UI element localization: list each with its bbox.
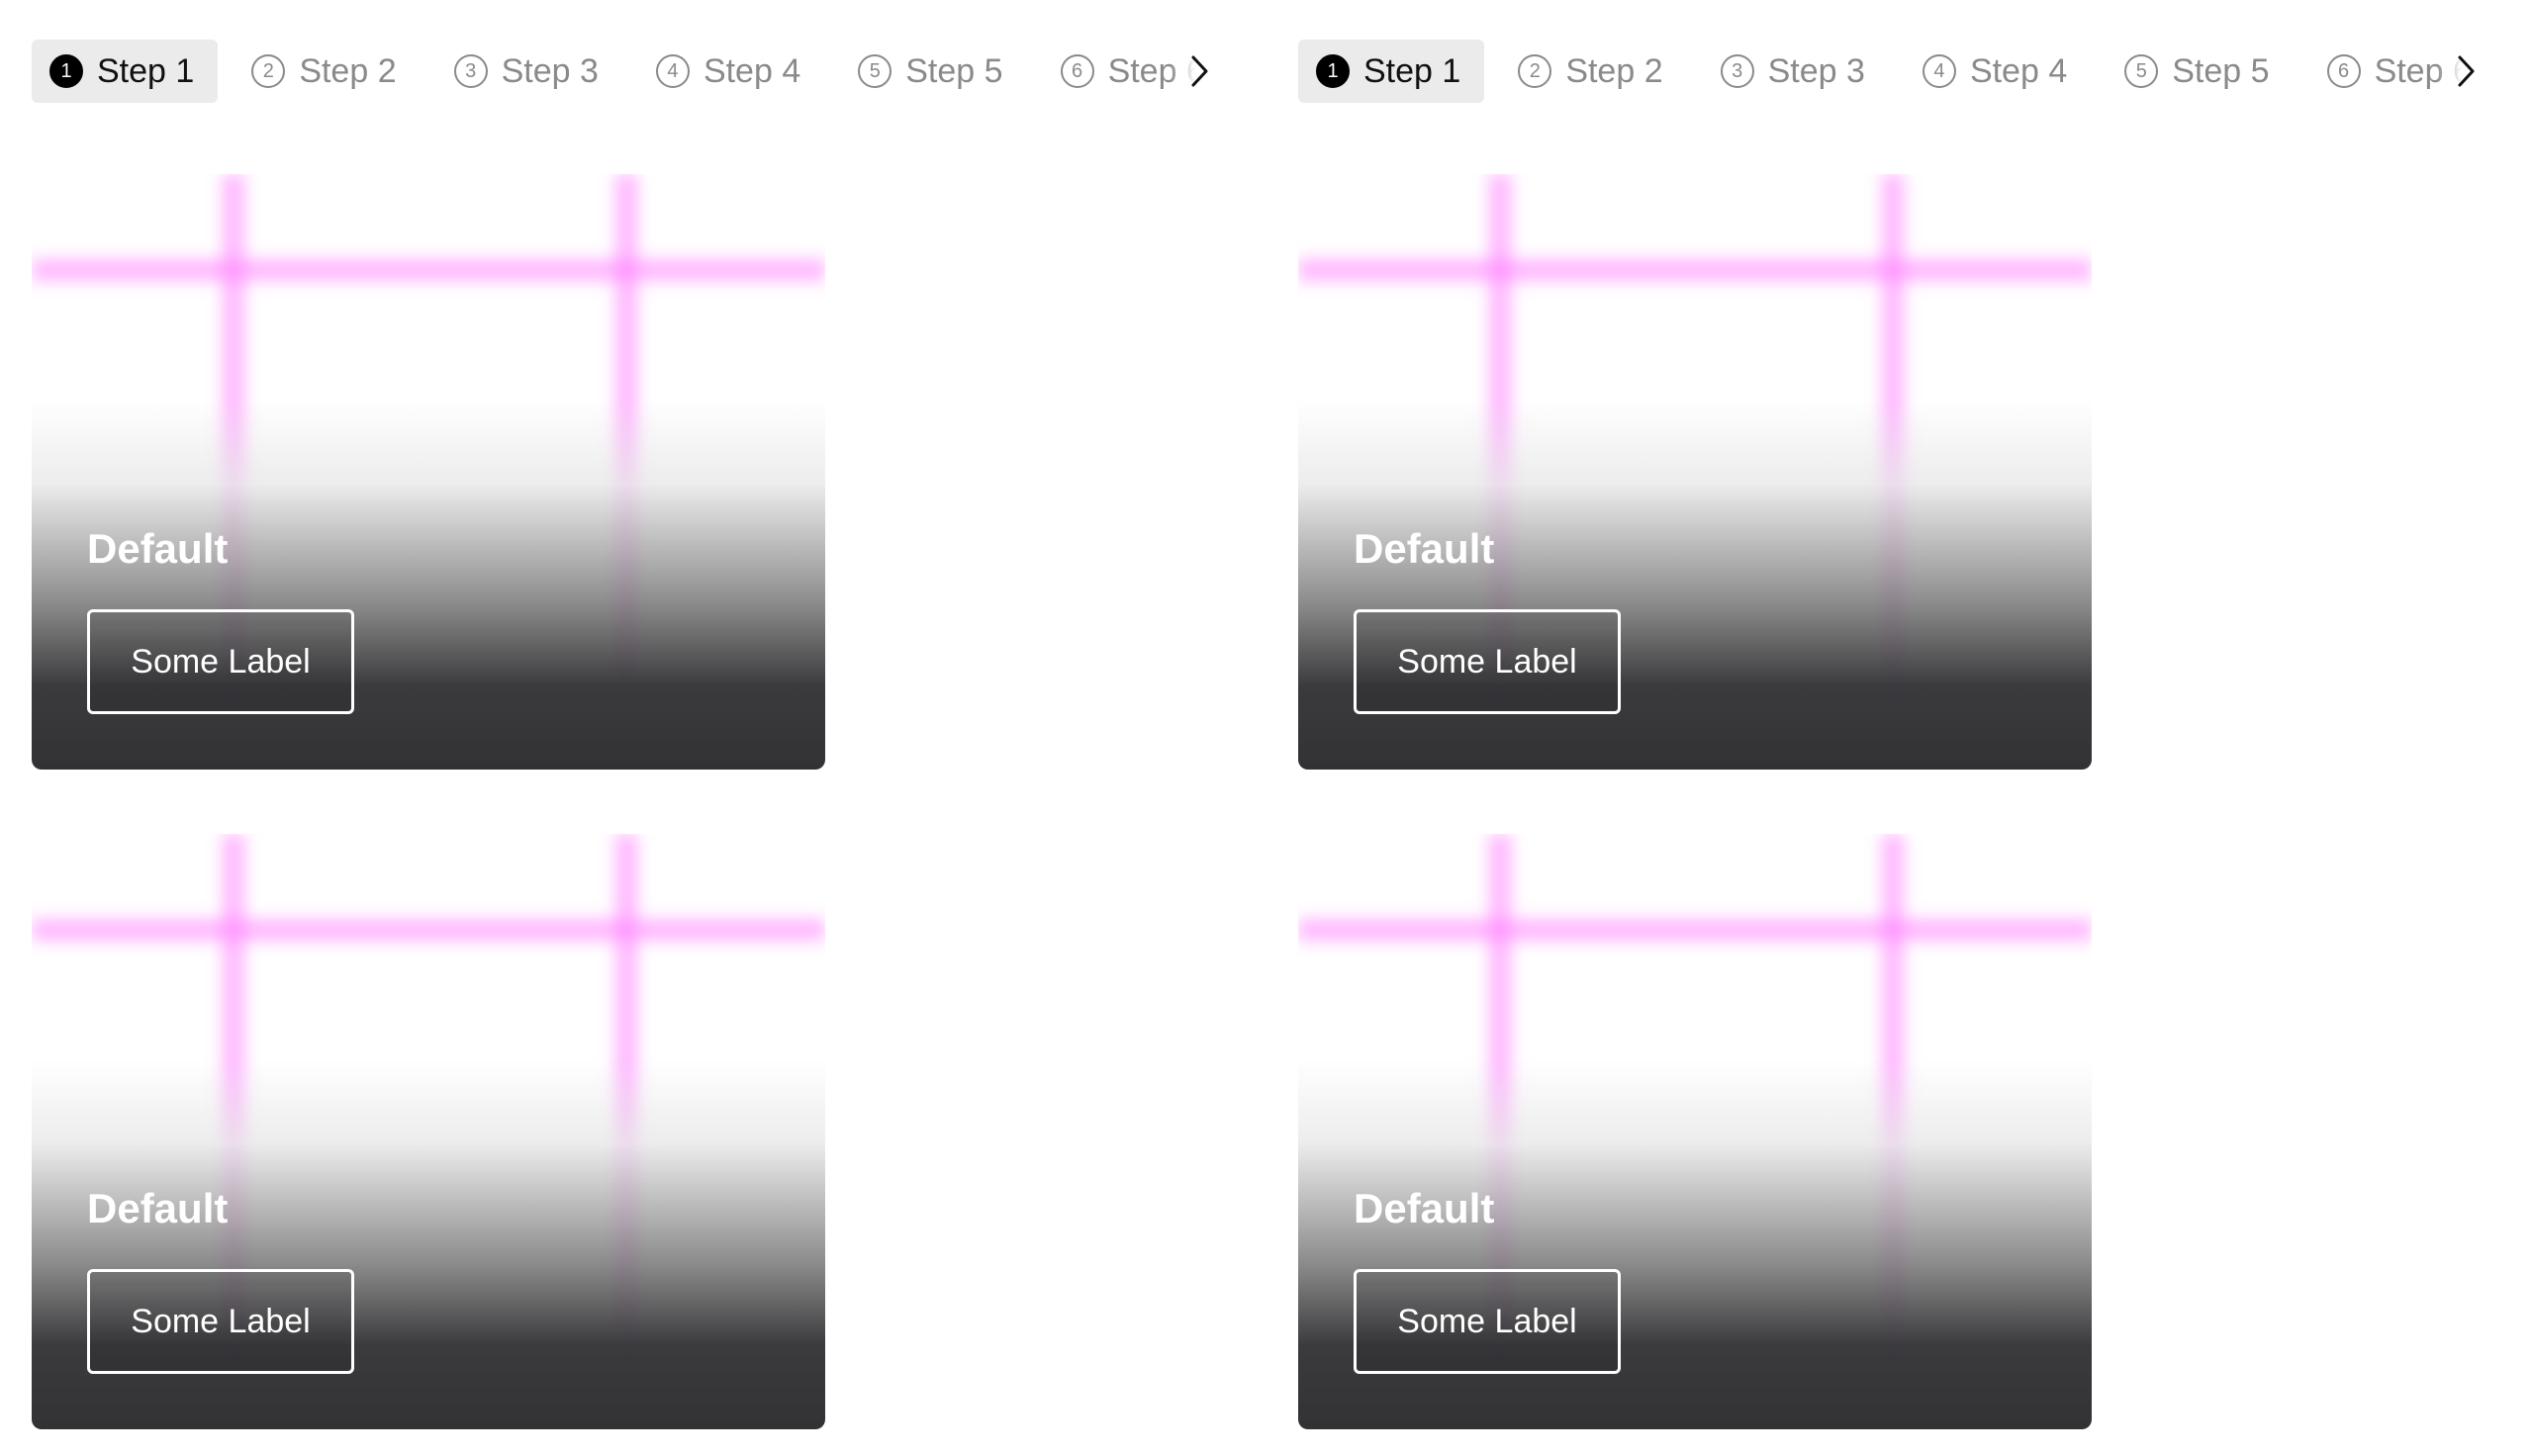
step-label: Step 4 — [1969, 52, 2068, 90]
card-content: Default Some Label — [1354, 528, 2036, 714]
card: Default Some Label — [32, 174, 825, 770]
stepper-steps: 1 Step 1 2 Step 2 3 Step 3 4 Step 4 5 St… — [32, 40, 1229, 103]
step-label: Step 5 — [2172, 52, 2270, 90]
card-content: Default Some Label — [1354, 1188, 2036, 1374]
step-number-badge: 2 — [251, 54, 286, 88]
card: Default Some Label — [1298, 174, 2092, 770]
stepper-next-button[interactable] — [1170, 40, 1229, 103]
step-label: Step 3 — [501, 52, 599, 90]
step-number-badge: 1 — [1316, 54, 1350, 88]
panel-right: 1 Step 1 2 Step 2 3 Step 3 4 Step 4 5 St… — [1266, 0, 2533, 1456]
step-label: Step 5 — [905, 52, 1003, 90]
card: Default Some Label — [32, 834, 825, 1429]
step-label: Step 1 — [97, 52, 195, 90]
some-label-button[interactable]: Some Label — [1354, 1269, 1621, 1374]
step-5[interactable]: 5 Step 5 — [840, 40, 1026, 103]
step-number-badge: 5 — [858, 54, 892, 88]
step-3[interactable]: 3 Step 3 — [1703, 40, 1889, 103]
step-number-badge: 3 — [1720, 54, 1754, 88]
step-4[interactable]: 4 Step 4 — [1905, 40, 2091, 103]
chevron-right-icon — [1191, 55, 1208, 87]
card-content: Default Some Label — [87, 528, 770, 714]
some-label-button[interactable]: Some Label — [87, 609, 354, 714]
card: Default Some Label — [1298, 834, 2092, 1429]
card-title: Default — [87, 1185, 229, 1231]
card-title: Default — [87, 525, 229, 572]
panel-left: 1 Step 1 2 Step 2 3 Step 3 4 Step 4 5 St… — [0, 0, 1266, 1456]
step-number-badge: 6 — [2326, 54, 2361, 88]
step-5[interactable]: 5 Step 5 — [2107, 40, 2293, 103]
stepper: 1 Step 1 2 Step 2 3 Step 3 4 Step 4 5 St… — [32, 40, 1229, 103]
some-label-button[interactable]: Some Label — [87, 1269, 354, 1374]
step-1[interactable]: 1 Step 1 — [1298, 40, 1485, 103]
step-label: Step 4 — [703, 52, 801, 90]
step-number-badge: 1 — [49, 54, 83, 88]
step-label: Step 2 — [1565, 52, 1663, 90]
step-1[interactable]: 1 Step 1 — [32, 40, 219, 103]
step-number-badge: 3 — [453, 54, 488, 88]
stepper: 1 Step 1 2 Step 2 3 Step 3 4 Step 4 5 St… — [1298, 40, 2495, 103]
step-3[interactable]: 3 Step 3 — [436, 40, 622, 103]
some-label-button[interactable]: Some Label — [1354, 609, 1621, 714]
step-2[interactable]: 2 Step 2 — [234, 40, 420, 103]
stepper-steps: 1 Step 1 2 Step 2 3 Step 3 4 Step 4 5 St… — [1298, 40, 2495, 103]
card-content: Default Some Label — [87, 1188, 770, 1374]
step-label: Step 1 — [1363, 52, 1461, 90]
step-label: Step 2 — [299, 52, 397, 90]
step-number-badge: 4 — [1922, 54, 1956, 88]
step-number-badge: 2 — [1518, 54, 1552, 88]
card-title: Default — [1354, 1185, 1495, 1231]
step-number-badge: 5 — [2124, 54, 2159, 88]
step-label: Step 3 — [1767, 52, 1865, 90]
step-4[interactable]: 4 Step 4 — [638, 40, 824, 103]
card-title: Default — [1354, 525, 1495, 572]
step-2[interactable]: 2 Step 2 — [1500, 40, 1686, 103]
step-number-badge: 6 — [1060, 54, 1094, 88]
chevron-right-icon — [2458, 55, 2475, 87]
stepper-next-button[interactable] — [2436, 40, 2495, 103]
step-number-badge: 4 — [655, 54, 690, 88]
